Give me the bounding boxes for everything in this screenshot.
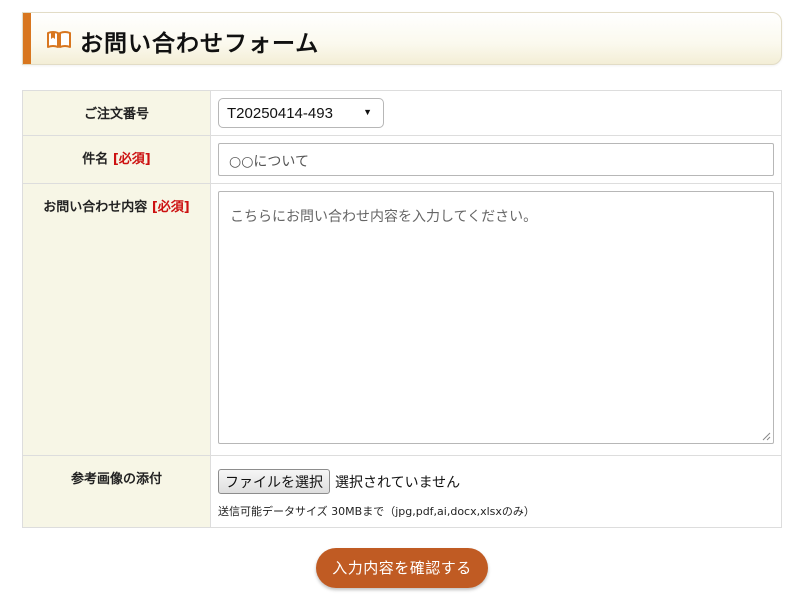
message-placeholder: こちらにお問い合わせ内容を入力してください。 (230, 209, 538, 225)
order-number-select[interactable]: T20250414-493 ▼ (218, 98, 384, 128)
order-number-label: ご注文番号 (22, 90, 211, 136)
confirm-submit-button[interactable]: 入力内容を確認する (316, 548, 488, 588)
form-row-order-number: ご注文番号 T20250414-493 ▼ (22, 90, 782, 136)
subject-label: 件名 [必須] (22, 135, 211, 184)
message-label: お問い合わせ内容 [必須] (22, 183, 211, 456)
message-textarea[interactable]: こちらにお問い合わせ内容を入力してください。 (218, 191, 774, 444)
subject-input[interactable]: ○○について (218, 143, 774, 176)
open-book-icon (47, 31, 71, 48)
resize-handle-icon[interactable] (762, 432, 771, 441)
required-badge: [必須] (112, 152, 151, 167)
required-badge: [必須] (151, 200, 190, 215)
form-row-subject: 件名 [必須] ○○について (22, 135, 782, 184)
header-accent-bar (23, 13, 31, 64)
attachment-label-text: 参考画像の添付 (70, 472, 162, 487)
subject-label-text: 件名 (82, 152, 109, 167)
form-row-attachment: 参考画像の添付 ファイルを選択 選択されていません 送信可能データサイズ 30M… (22, 455, 782, 528)
page-header: お問い合わせフォーム (22, 12, 782, 65)
order-number-label-text: ご注文番号 (83, 107, 149, 122)
file-size-note: 送信可能データサイズ 30MBまで（jpg,pdf,ai,docx,xlsxのみ… (218, 505, 535, 518)
attachment-label: 参考画像の添付 (22, 455, 211, 528)
inquiry-form: ご注文番号 T20250414-493 ▼ 件名 [必須] ○○について お問い… (22, 90, 782, 528)
subject-placeholder: ○○について (229, 154, 310, 170)
file-input: ファイルを選択 選択されていません (218, 469, 774, 494)
form-row-message: お問い合わせ内容 [必須] こちらにお問い合わせ内容を入力してください。 (22, 183, 782, 456)
page-title: お問い合わせフォーム (80, 31, 320, 57)
dropdown-caret-icon: ▼ (363, 107, 372, 117)
file-status-text: 選択されていません (335, 474, 461, 491)
choose-file-button[interactable]: ファイルを選択 (218, 469, 330, 494)
order-number-selected-value: T20250414-493 (227, 105, 333, 122)
message-label-text: お問い合わせ内容 (43, 200, 148, 215)
